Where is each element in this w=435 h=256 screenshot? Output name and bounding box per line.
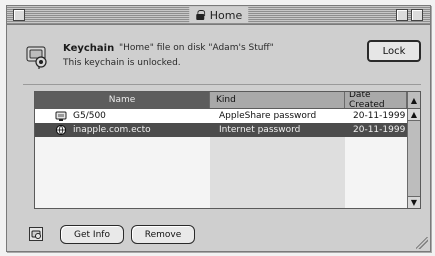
collapse-box-icon[interactable] xyxy=(411,9,423,21)
keychain-icon xyxy=(25,43,51,69)
list-item[interactable]: inapple.com.ecto Internet password 20-11… xyxy=(35,123,407,137)
item-date-created: 20-11-1999 xyxy=(353,125,406,135)
column-header-kind[interactable]: Kind xyxy=(210,92,345,108)
window-title-text: Home xyxy=(209,8,243,22)
get-info-button[interactable]: Get Info xyxy=(60,225,124,244)
window-title: Home xyxy=(188,7,249,23)
item-name: G5/500 xyxy=(73,111,106,121)
zoom-box-icon[interactable] xyxy=(396,9,408,21)
keychain-header: Keychain "Home" file on disk "Adam's Stu… xyxy=(7,25,430,80)
keychain-window: Home Keychain "Home" file on disk "Adam'… xyxy=(6,5,431,252)
column-header-date-created[interactable]: Date Created xyxy=(345,92,407,110)
internet-icon xyxy=(55,124,67,136)
keychain-name: Keychain xyxy=(63,43,115,54)
item-kind: AppleShare password xyxy=(219,111,317,121)
lock-icon xyxy=(195,10,205,20)
scroll-down-icon[interactable]: ▼ xyxy=(408,196,420,208)
item-date-created: 20-11-1999 xyxy=(353,111,406,121)
sort-direction-icon[interactable]: ▲ xyxy=(407,92,420,108)
column-header-name[interactable]: Name xyxy=(35,92,210,108)
keychain-description: "Home" file on disk "Adam's Stuff" xyxy=(119,43,274,53)
list-item[interactable]: G5/500 AppleShare password 20-11-1999 xyxy=(35,109,407,123)
vertical-scrollbar[interactable]: ▲ ▼ xyxy=(407,109,420,208)
appleshare-icon xyxy=(55,110,67,122)
remove-button[interactable]: Remove xyxy=(131,225,195,244)
keychain-small-icon[interactable] xyxy=(29,227,43,241)
list-header: Name Kind Date Created ▲ xyxy=(35,92,420,110)
item-name: inapple.com.ecto xyxy=(73,125,151,135)
keychain-status: This keychain is unlocked. xyxy=(63,58,181,68)
title-bar[interactable]: Home xyxy=(7,6,430,25)
list-rows: G5/500 AppleShare password 20-11-1999 in… xyxy=(35,109,407,208)
footer: Get Info Remove xyxy=(7,211,430,251)
scroll-up-icon[interactable]: ▲ xyxy=(408,109,420,121)
item-kind: Internet password xyxy=(219,125,301,135)
divider xyxy=(23,84,421,85)
lock-button[interactable]: Lock xyxy=(367,40,421,62)
keychain-items-list: Name Kind Date Created ▲ G5/500 AppleSha… xyxy=(34,91,421,209)
close-box-icon[interactable] xyxy=(13,9,25,21)
resize-grip-icon[interactable] xyxy=(416,237,428,249)
